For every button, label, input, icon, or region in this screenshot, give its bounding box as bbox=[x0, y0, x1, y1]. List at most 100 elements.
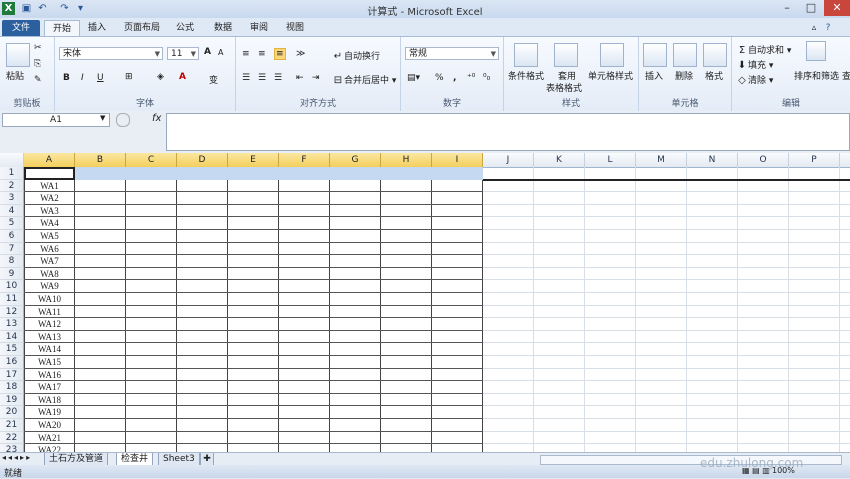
column-header-n[interactable]: N bbox=[687, 153, 738, 167]
maximize-icon[interactable]: □ bbox=[800, 0, 822, 16]
delete-cells-icon[interactable] bbox=[673, 43, 697, 67]
cell-a13[interactable]: WA12 bbox=[24, 318, 75, 331]
delete-cells-button[interactable]: 删除 bbox=[675, 69, 693, 82]
name-box[interactable]: A1 bbox=[2, 113, 110, 127]
tab-insert[interactable]: 插入 bbox=[84, 20, 110, 36]
cell-a12[interactable]: WA11 bbox=[24, 306, 75, 319]
column-header-o[interactable]: O bbox=[738, 153, 789, 167]
format-cells-icon[interactable] bbox=[703, 43, 727, 67]
tab-data[interactable]: 数据 bbox=[210, 20, 236, 36]
wrap-text-button[interactable]: ↵ 自动换行 bbox=[332, 49, 380, 63]
column-header-p[interactable]: P bbox=[789, 153, 840, 167]
row-header[interactable]: 16 bbox=[0, 356, 24, 369]
row-header[interactable]: 10 bbox=[0, 280, 24, 293]
minimize-ribbon-icon[interactable]: ▵ bbox=[808, 20, 820, 36]
comma-button[interactable]: , bbox=[453, 73, 456, 83]
cell-a17[interactable]: WA16 bbox=[24, 369, 75, 382]
table-format-line2[interactable]: 表格格式 bbox=[546, 81, 582, 94]
column-header-g[interactable]: G bbox=[330, 153, 381, 167]
align-top-icon[interactable]: ≡ bbox=[242, 49, 250, 59]
decrease-decimal-icon[interactable]: ⁺⁰ bbox=[467, 73, 475, 83]
insert-function-button[interactable]: fx bbox=[152, 113, 161, 124]
autosum-button[interactable]: Σ 自动求和 ▾ bbox=[736, 43, 792, 57]
row-header[interactable]: 6 bbox=[0, 230, 24, 243]
row-header[interactable]: 11 bbox=[0, 293, 24, 306]
cell-a19[interactable]: WA18 bbox=[24, 394, 75, 407]
find-select-button[interactable]: 查 bbox=[842, 69, 850, 82]
column-header-a[interactable]: A bbox=[24, 153, 75, 167]
minimize-icon[interactable]: – bbox=[776, 0, 798, 16]
row-header[interactable]: 3 bbox=[0, 192, 24, 205]
increase-indent-icon[interactable]: ⇥ bbox=[312, 73, 320, 83]
insert-cells-icon[interactable] bbox=[643, 43, 667, 67]
row-header[interactable]: 18 bbox=[0, 381, 24, 394]
row-header[interactable]: 13 bbox=[0, 318, 24, 331]
tab-view[interactable]: 视图 bbox=[282, 20, 308, 36]
formula-cancel-icon[interactable] bbox=[116, 113, 130, 127]
row-header[interactable]: 2 bbox=[0, 179, 24, 193]
column-header-l[interactable]: L bbox=[585, 153, 636, 167]
font-size-select[interactable]: 11 ▼ bbox=[167, 47, 199, 60]
copy-icon[interactable]: ⎘ bbox=[34, 59, 41, 69]
align-middle-icon[interactable]: ≡ bbox=[258, 49, 266, 59]
sort-filter-button[interactable]: 排序和筛选 bbox=[794, 69, 839, 82]
tab-formulas[interactable]: 公式 bbox=[172, 20, 198, 36]
close-icon[interactable]: ✕ bbox=[824, 0, 850, 16]
cell-a4[interactable]: WA3 bbox=[24, 205, 75, 218]
worksheet-grid[interactable]: ABCDEFGHIJKLMNOP 1 2 WA1 3 WA2 4 WA3 5 WA4 6 WA5 7 W… bbox=[0, 153, 850, 452]
cell-a14[interactable]: WA13 bbox=[24, 331, 75, 344]
row-header[interactable]: 9 bbox=[0, 267, 24, 281]
column-header-h[interactable]: H bbox=[381, 153, 432, 167]
font-name-select[interactable]: 宋体 ▼ bbox=[59, 47, 163, 60]
row-header[interactable]: 14 bbox=[0, 330, 24, 344]
column-header-i[interactable]: I bbox=[432, 153, 483, 167]
cell-a23[interactable]: WA22 bbox=[24, 444, 75, 452]
align-right-icon[interactable]: ☰ bbox=[274, 73, 282, 83]
number-format-select[interactable]: 常规 ▼ bbox=[405, 47, 499, 60]
orientation-icon[interactable]: ≫ bbox=[296, 49, 305, 59]
tab-review[interactable]: 审阅 bbox=[246, 20, 272, 36]
cell-a10[interactable]: WA9 bbox=[24, 280, 75, 293]
merge-center-button[interactable]: ⊟ 合并后居中 ▾ bbox=[332, 73, 397, 87]
conditional-format-button[interactable]: 条件格式 bbox=[508, 69, 544, 82]
grow-font-button[interactable]: A bbox=[204, 47, 211, 57]
cell-a16[interactable]: WA15 bbox=[24, 356, 75, 369]
row-header[interactable]: 20 bbox=[0, 406, 24, 419]
borders-icon[interactable]: ⊞ bbox=[125, 72, 133, 82]
sheet-nav-icon[interactable]: ◂◂◂▸▸ bbox=[2, 453, 32, 462]
row-header[interactable]: 21 bbox=[0, 419, 24, 432]
cell-a6[interactable]: WA5 bbox=[24, 230, 75, 243]
align-left-icon[interactable]: ☰ bbox=[242, 73, 250, 83]
row-header[interactable]: 23 bbox=[0, 444, 24, 452]
column-header-j[interactable]: J bbox=[483, 153, 534, 167]
chevron-down-icon[interactable]: ▼ bbox=[100, 114, 105, 122]
insert-cells-button[interactable]: 插入 bbox=[645, 69, 663, 82]
active-cell[interactable] bbox=[24, 167, 75, 180]
column-header-b[interactable]: B bbox=[75, 153, 126, 167]
row-header[interactable]: 12 bbox=[0, 305, 24, 319]
cell-a22[interactable]: WA21 bbox=[24, 432, 75, 445]
format-painter-icon[interactable]: ✎ bbox=[34, 75, 42, 85]
row-header[interactable]: 1 bbox=[0, 167, 24, 180]
cell-styles-icon[interactable] bbox=[600, 43, 624, 67]
column-header-e[interactable]: E bbox=[228, 153, 279, 167]
formula-input[interactable] bbox=[166, 113, 850, 151]
bold-button[interactable]: B bbox=[63, 73, 70, 83]
percent-button[interactable]: % bbox=[435, 73, 444, 83]
align-bottom-icon[interactable]: ≡ bbox=[274, 48, 286, 60]
column-header-c[interactable]: C bbox=[126, 153, 177, 167]
cell-a15[interactable]: WA14 bbox=[24, 343, 75, 356]
cell-a9[interactable]: WA8 bbox=[24, 268, 75, 281]
cell-a18[interactable]: WA17 bbox=[24, 381, 75, 394]
clear-button[interactable]: ◇ 清除 ▾ bbox=[736, 73, 773, 87]
decrease-indent-icon[interactable]: ⇤ bbox=[296, 73, 304, 83]
format-cells-button[interactable]: 格式 bbox=[705, 69, 723, 82]
cell-styles-button[interactable]: 单元格样式 bbox=[588, 69, 633, 82]
column-header-m[interactable]: M bbox=[636, 153, 687, 167]
row-header[interactable]: 5 bbox=[0, 217, 24, 230]
cell-a3[interactable]: WA2 bbox=[24, 192, 75, 205]
font-color-icon[interactable]: A bbox=[179, 72, 186, 82]
conditional-format-icon[interactable] bbox=[514, 43, 538, 67]
select-all-corner[interactable] bbox=[0, 153, 24, 167]
cell-a7[interactable]: WA6 bbox=[24, 243, 75, 256]
